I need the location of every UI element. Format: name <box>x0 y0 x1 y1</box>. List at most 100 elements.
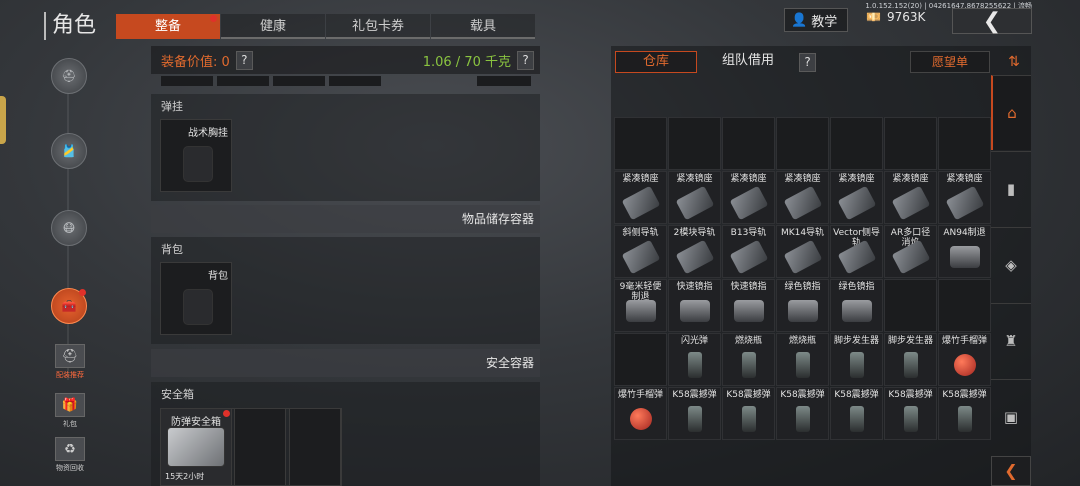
storage-item[interactable]: K58震撼弹 <box>830 387 883 440</box>
storage-item[interactable]: K58震撼弹 <box>722 387 775 440</box>
item-name: K58震撼弹 <box>942 390 987 400</box>
tab-equip[interactable]: 整备 <box>116 14 220 39</box>
loadout-recommend-button[interactable]: ⛑ 配装推荐 <box>53 344 87 380</box>
item-icon <box>788 300 818 322</box>
storage-item[interactable]: 紧凑镜座 <box>668 171 721 224</box>
storage-item[interactable]: AR多口径消焰 <box>884 225 937 278</box>
storage-item[interactable]: 紧凑镜座 <box>830 171 883 224</box>
storage-empty-cell[interactable] <box>614 117 667 170</box>
item-name: K58震撼弹 <box>726 390 771 400</box>
safebox-section: 安全箱 防弹安全箱 15天2小时 <box>151 382 540 486</box>
item-name: 紧凑镜座 <box>730 174 767 184</box>
item-icon <box>688 352 702 378</box>
gift-button[interactable]: 🎁 礼包 <box>53 393 87 429</box>
storage-item[interactable]: 紧凑镜座 <box>884 171 937 224</box>
storage-item[interactable]: K58震撼弹 <box>884 387 937 440</box>
category-armor[interactable]: ♜ <box>991 303 1031 378</box>
item-icon <box>904 406 918 432</box>
tutorial-button[interactable]: 👤 教学 <box>784 8 848 32</box>
safebox-empty-slot[interactable] <box>234 408 286 486</box>
chat-icon: ▣ <box>1003 408 1019 426</box>
storage-item[interactable]: 9毫米轻便制退 <box>614 279 667 332</box>
storage-item[interactable]: 燃烧瓶 <box>776 333 829 386</box>
tab-gift-cards[interactable]: 礼包卡券 <box>326 14 430 39</box>
storage-item[interactable]: 爆竹手榴弹 <box>938 333 991 386</box>
storage-item[interactable]: 脚步发生器 <box>830 333 883 386</box>
storage-empty-cell[interactable] <box>938 117 991 170</box>
storage-empty-cell[interactable] <box>614 333 667 386</box>
category-ammo[interactable]: ▮ <box>991 151 1031 226</box>
recycle-button[interactable]: ♻ 物资回收 <box>53 437 87 473</box>
storage-item[interactable]: 快速镜指 <box>668 279 721 332</box>
tab-warehouse[interactable]: 仓库 <box>615 51 697 73</box>
storage-item[interactable]: K58震撼弹 <box>938 387 991 440</box>
storage-empty-cell[interactable] <box>776 117 829 170</box>
item-icon <box>630 408 652 430</box>
storage-item[interactable]: 紧凑镜座 <box>938 171 991 224</box>
storage-empty-cell[interactable] <box>884 279 937 332</box>
nav-toolbox[interactable]: 🧰 <box>51 288 87 324</box>
item-icon <box>742 406 756 432</box>
item-name: MK14导轨 <box>780 228 825 238</box>
storage-empty-cell[interactable] <box>830 117 883 170</box>
item-icon <box>680 300 710 322</box>
item-icon <box>954 354 976 376</box>
back-button[interactable]: ❮ <box>952 8 1032 34</box>
storage-item[interactable]: B13导轨 <box>722 225 775 278</box>
nav-helmet[interactable]: ⛑ <box>51 58 87 94</box>
storage-item[interactable]: 紧凑镜座 <box>722 171 775 224</box>
storage-item[interactable]: 紧凑镜座 <box>614 171 667 224</box>
storage-empty-cell[interactable] <box>938 279 991 332</box>
backpack-section: 背包 背包 <box>151 237 540 344</box>
cash-icon: 💴 <box>866 10 881 24</box>
collapse-button[interactable]: ❮ <box>991 456 1031 486</box>
storage-empty-cell[interactable] <box>884 117 937 170</box>
wishlist-button[interactable]: 愿望单 <box>910 51 990 73</box>
storage-item[interactable]: 闪光弹 <box>668 333 721 386</box>
category-misc[interactable]: ▣ <box>991 379 1031 454</box>
storage-item[interactable]: AN94制退 <box>938 225 991 278</box>
nav-gear[interactable]: 🎽 <box>51 133 87 169</box>
storage-empty-cell[interactable] <box>722 117 775 170</box>
tab-team-borrow[interactable]: 组队借用 <box>703 51 793 73</box>
storage-item[interactable]: MK14导轨 <box>776 225 829 278</box>
vest-slot[interactable]: 战术胸挂 <box>160 119 232 192</box>
tab-vehicles[interactable]: 载具 <box>431 14 535 39</box>
help-button[interactable]: ? <box>517 50 534 70</box>
storage-panel: 仓库 组队借用 ? 愿望单 ⇅ 紧凑镜座 紧凑镜座 紧凑镜座 紧凑镜座 紧凑镜座 紧凑镜座… <box>611 46 1031 486</box>
storage-item[interactable]: 2模块导轨 <box>668 225 721 278</box>
storage-item[interactable]: 紧凑镜座 <box>776 171 829 224</box>
safebox-empty-slot[interactable] <box>289 408 341 486</box>
storage-item[interactable]: K58震撼弹 <box>776 387 829 440</box>
safebox-slot[interactable]: 防弹安全箱 15天2小时 <box>160 408 232 486</box>
safe-divider: 安全容器 <box>151 349 540 377</box>
slot-strip <box>161 76 213 86</box>
help-button[interactable]: ? <box>799 52 816 72</box>
currency-display: 💴 9763K <box>866 10 926 24</box>
storage-item[interactable]: Vector侧导轨 <box>830 225 883 278</box>
chevron-left-icon: ❮ <box>982 8 1002 34</box>
backpack-slot[interactable]: 背包 <box>160 262 232 335</box>
storage-item[interactable]: 燃烧瓶 <box>722 333 775 386</box>
category-home[interactable]: ⌂ <box>991 75 1031 150</box>
storage-item[interactable]: 快速镜指 <box>722 279 775 332</box>
side-drawer-tab[interactable] <box>0 96 6 144</box>
storage-empty-cell[interactable] <box>668 117 721 170</box>
storage-item[interactable]: 绿色镜指 <box>776 279 829 332</box>
storage-item[interactable]: 斜侧导轨 <box>614 225 667 278</box>
storage-item[interactable]: K58震撼弹 <box>668 387 721 440</box>
home-icon: ⌂ <box>1007 104 1017 122</box>
storage-item[interactable]: 脚步发生器 <box>884 333 937 386</box>
armor-icon: ♜ <box>1004 332 1018 350</box>
item-name: 快速镜指 <box>676 282 713 292</box>
item-icon <box>837 185 877 221</box>
category-box[interactable]: ◈ <box>991 227 1031 302</box>
storage-item[interactable]: 绿色镜指 <box>830 279 883 332</box>
tab-health[interactable]: 健康 <box>221 14 325 39</box>
sort-icon[interactable]: ⇅ <box>1000 50 1028 74</box>
nav-mask[interactable]: 😷 <box>51 210 87 246</box>
main-tabs: 整备 健康 礼包卡券 载具 <box>116 14 536 39</box>
equipment-header: 装备价值: 0 ? 1.06 / 70 千克 ? <box>151 46 540 74</box>
storage-item[interactable]: 爆竹手榴弹 <box>614 387 667 440</box>
help-button[interactable]: ? <box>235 50 253 70</box>
